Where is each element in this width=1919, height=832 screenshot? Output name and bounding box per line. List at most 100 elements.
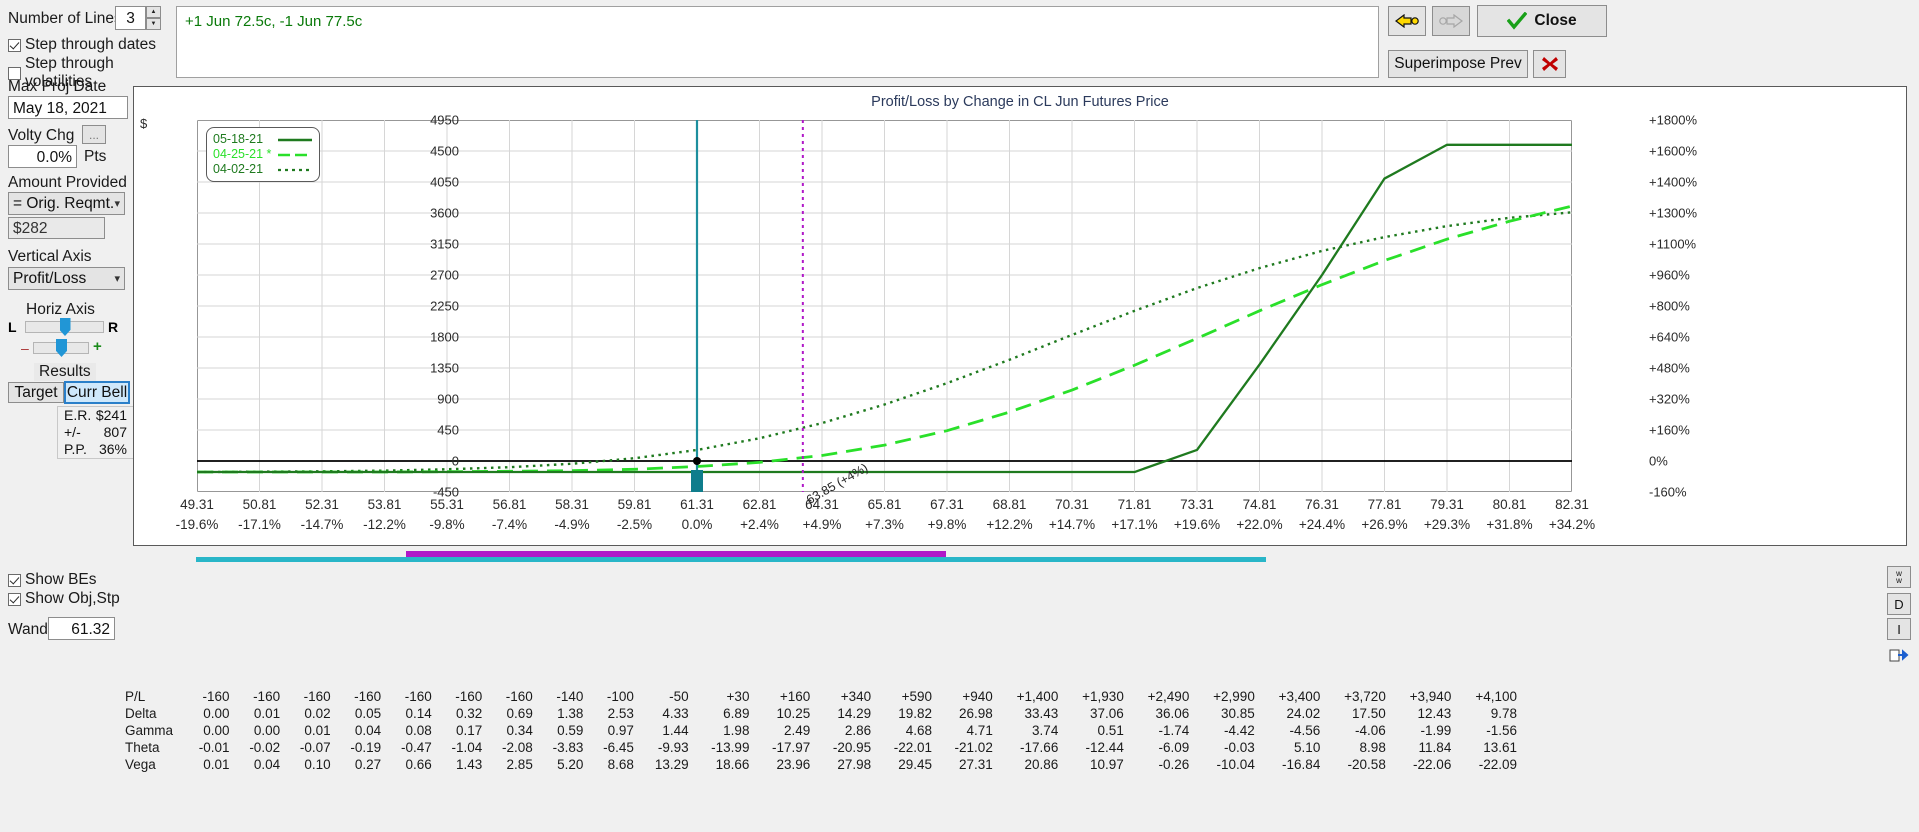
y-tick-label: 2250 xyxy=(430,298,459,314)
table-cell: -140 xyxy=(556,689,584,704)
table-cell: -1.99 xyxy=(1420,723,1452,738)
tab-curr-bell[interactable]: Curr Bell xyxy=(64,381,130,404)
table-cell: 1.43 xyxy=(456,757,483,772)
table-row: P/L -160 -160 -160 -160 -160 -160 -160 -140 -100 -… xyxy=(120,688,1520,705)
table-cell: -100 xyxy=(606,689,634,704)
superimpose-prev-button[interactable]: Superimpose Prev xyxy=(1388,50,1528,78)
number-of-lines-stepper[interactable]: 3 ▲ ▼ xyxy=(115,6,161,30)
table-cell: -20.95 xyxy=(832,740,872,755)
y-tick-label-right: +1600% xyxy=(1649,143,1698,159)
table-cell: +1,930 xyxy=(1082,689,1124,704)
result-value: 36% xyxy=(98,441,127,457)
close-button[interactable]: Close xyxy=(1477,5,1607,37)
y-tick-label: 1350 xyxy=(430,360,459,376)
table-cell: 14.29 xyxy=(837,706,872,721)
table-cell: -22.01 xyxy=(893,740,932,755)
number-of-lines-input[interactable]: 3 xyxy=(115,6,146,30)
amount-provided-label: Amount Provided xyxy=(8,174,127,191)
table-cell: -0.26 xyxy=(1158,757,1190,772)
table-cell: 0.02 xyxy=(304,706,331,721)
tab-target[interactable]: Target xyxy=(8,382,64,403)
show-obj-stp-label: Show Obj,Stp xyxy=(25,590,120,607)
vertical-axis-label: Vertical Axis xyxy=(8,248,92,265)
table-cell: 13.61 xyxy=(1483,740,1517,755)
y-tick-label: 4950 xyxy=(430,112,459,128)
y-tick-label-right: 0% xyxy=(1649,453,1668,469)
chart-title: Profit/Loss by Change in CL Jun Futures … xyxy=(871,94,1169,110)
legend-item: 05-18-21 xyxy=(213,132,313,147)
w-button[interactable]: ww xyxy=(1887,566,1911,588)
table-cell: +4,100 xyxy=(1475,689,1517,704)
table-cell: +3,400 xyxy=(1278,689,1321,704)
table-cell: -1.74 xyxy=(1158,723,1190,738)
table-cell: 0.59 xyxy=(557,723,584,738)
vertical-axis-select[interactable]: Profit/Loss ▾ xyxy=(8,267,125,290)
table-cell: 4.33 xyxy=(662,706,689,721)
table-cell: 1.98 xyxy=(723,723,750,738)
table-cell: 0.01 xyxy=(253,706,281,721)
table-row: Gamma 0.00 0.00 0.01 0.04 0.08 0.17 0.34 0.59 0.9… xyxy=(120,722,1520,739)
d-button[interactable]: D xyxy=(1887,593,1911,615)
horiz-zoom-slider[interactable] xyxy=(33,339,89,357)
table-cell: -6.09 xyxy=(1158,740,1190,755)
slider-thumb-icon[interactable] xyxy=(59,318,71,336)
table-cell: 0.10 xyxy=(304,757,331,772)
table-cell: 9.78 xyxy=(1490,706,1517,721)
spin-up-icon[interactable]: ▲ xyxy=(146,6,161,18)
max-proj-date-input[interactable]: May 18, 2021 xyxy=(8,96,128,119)
step-through-dates-checkbox[interactable]: Step through dates xyxy=(8,36,156,54)
show-obj-stp-checkbox[interactable]: Show Obj,Stp xyxy=(8,590,120,608)
table-cell: -16.84 xyxy=(1282,757,1321,772)
table-row: Vega 0.01 0.04 0.10 0.27 0.66 1.43 2.85 5.20 8.68… xyxy=(120,756,1520,773)
result-value: 807 xyxy=(103,424,127,440)
legend-label: 04-25-21 * xyxy=(213,147,272,161)
table-cell: -160 xyxy=(354,689,382,704)
delete-button[interactable] xyxy=(1533,50,1566,78)
table-cell: 0.34 xyxy=(506,723,533,738)
y-tick-label-right: +1400% xyxy=(1649,174,1698,190)
y-tick-label-right: +1300% xyxy=(1649,205,1698,221)
table-cell: -160 xyxy=(404,689,432,704)
table-cell: -50 xyxy=(669,689,689,704)
spin-down-icon[interactable]: ▼ xyxy=(146,18,161,30)
table-cell: 20.86 xyxy=(1024,757,1059,772)
back-button[interactable] xyxy=(1388,6,1426,36)
wand-input[interactable]: 61.32 xyxy=(48,617,115,640)
y-tick-label-right: +800% xyxy=(1649,298,1690,314)
position-description-box[interactable]: +1 Jun 72.5c, -1 Jun 77.5c xyxy=(176,6,1379,78)
export-button[interactable] xyxy=(1887,645,1911,665)
table-cell: 29.45 xyxy=(898,757,932,772)
table-cell: -0.02 xyxy=(249,740,281,755)
table-cell: 17.50 xyxy=(1352,706,1386,721)
checkbox-box-icon[interactable] xyxy=(8,573,21,587)
legend-line-solid-icon xyxy=(278,138,312,141)
position-text: +1 Jun 72.5c, -1 Jun 77.5c xyxy=(185,13,363,30)
row-label: Theta xyxy=(125,740,160,755)
amount-provided-select[interactable]: = Orig. Reqmt. ▾ xyxy=(8,192,125,215)
table-cell: -4.56 xyxy=(1289,723,1321,738)
table-cell: +1,400 xyxy=(1016,689,1059,704)
table-cell: 3.74 xyxy=(1032,723,1059,738)
row-label: Vega xyxy=(125,757,156,772)
result-row: E.R. $241 xyxy=(58,407,133,424)
volty-chg-input[interactable]: 0.0% xyxy=(8,145,77,168)
y-tick-label-right: +160% xyxy=(1649,422,1690,438)
table-cell: 0.51 xyxy=(1097,723,1124,738)
y-tick-label: 2700 xyxy=(430,267,459,283)
table-cell: -13.99 xyxy=(711,740,750,755)
checkbox-box-icon[interactable] xyxy=(8,38,21,52)
table-cell: 6.89 xyxy=(723,706,750,721)
horiz-pan-slider[interactable] xyxy=(25,318,104,336)
i-button[interactable]: I xyxy=(1887,618,1911,640)
show-bes-checkbox[interactable]: Show BEs xyxy=(8,571,97,589)
table-cell: 8.68 xyxy=(607,757,634,772)
volty-chg-ellipsis-button[interactable]: ... xyxy=(82,125,106,144)
table-cell: +2,490 xyxy=(1147,689,1190,704)
checkbox-box-icon[interactable] xyxy=(8,592,21,606)
check-icon xyxy=(1507,12,1528,30)
row-label: P/L xyxy=(125,689,146,704)
slider-thumb-icon[interactable] xyxy=(56,339,67,357)
table-cell: 12.43 xyxy=(1417,706,1452,721)
table-cell: -160 xyxy=(455,689,483,704)
table-cell: -160 xyxy=(253,689,281,704)
